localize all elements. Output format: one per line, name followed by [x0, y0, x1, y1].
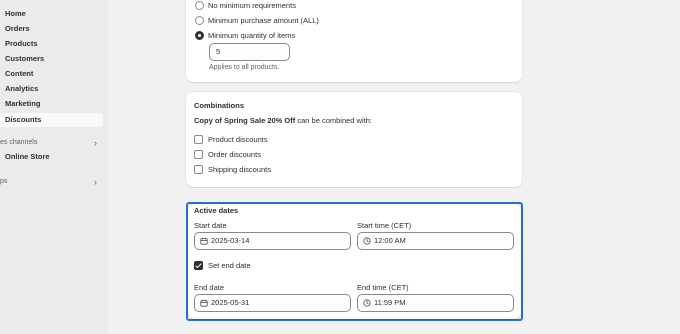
radio-no-minimum-label: No minimum requirements: [208, 1, 296, 10]
apps-label: ps: [0, 178, 8, 185]
calendar-icon: [200, 299, 208, 307]
start-time-label: Start time (CET): [357, 221, 412, 230]
calendar-icon: [200, 237, 208, 245]
end-time-input[interactable]: 11:59 PM: [357, 294, 514, 312]
checkbox-shipping-discounts-label: Shipping discounts: [208, 165, 271, 174]
checkbox-product-discounts-label: Product discounts: [208, 135, 268, 144]
combinations-description: Copy of Spring Sale 20% Off can be combi…: [194, 116, 372, 125]
radio-minimum-quantity-label: Minimum quantity of items: [208, 31, 296, 40]
start-time-input[interactable]: 12:00 AM: [357, 232, 514, 250]
checkbox-shipping-discounts[interactable]: [194, 165, 203, 174]
sidebar-item-home[interactable]: Home: [0, 7, 103, 21]
clock-icon: [363, 299, 371, 307]
set-end-date-checkbox[interactable]: [194, 261, 203, 270]
start-date-value: 2025-03-14: [211, 236, 250, 245]
end-date-value: 2025-05-31: [211, 298, 250, 307]
quantity-help-text: Applies to all products.: [209, 64, 280, 71]
combinations-suffix: can be combined with:: [295, 116, 372, 125]
combinations-title: Combinations: [194, 101, 244, 110]
sidebar-item-orders[interactable]: Orders: [0, 22, 103, 36]
sales-channels-label: es channels: [0, 139, 38, 146]
active-dates-title: Active dates: [194, 206, 239, 215]
chevron-right-icon: ›: [94, 138, 97, 148]
start-date-input[interactable]: 2025-03-14: [194, 232, 351, 250]
clock-icon: [363, 237, 371, 245]
checkbox-order-discounts-label: Order discounts: [208, 150, 261, 159]
sidebar-item-analytics[interactable]: Analytics: [0, 82, 103, 96]
sidebar-item-content[interactable]: Content: [0, 67, 103, 81]
start-date-label: Start date: [194, 221, 227, 230]
start-time-value: 12:00 AM: [374, 236, 406, 245]
sidebar-item-products[interactable]: Products: [0, 37, 103, 51]
radio-minimum-quantity[interactable]: [195, 31, 204, 40]
minimum-requirements-card: No minimum requirements Minimum purchase…: [186, 0, 522, 82]
radio-minimum-amount-label: Minimum purchase amount (ALL): [208, 16, 319, 25]
end-date-label: End date: [194, 283, 225, 292]
radio-minimum-amount[interactable]: [195, 16, 204, 25]
main-content: No minimum requirements Minimum purchase…: [108, 0, 680, 334]
checkbox-product-discounts[interactable]: [194, 135, 203, 144]
set-end-date-label: Set end date: [208, 261, 251, 270]
end-time-value: 11:59 PM: [374, 298, 406, 307]
active-dates-card: Active dates Start date 2025-03-14 Start…: [188, 204, 521, 319]
sidebar-item-marketing[interactable]: Marketing: [0, 97, 103, 111]
sidebar-item-online-store[interactable]: Online Store: [0, 150, 103, 164]
sidebar-section-sales-channels[interactable]: es channels ›: [0, 137, 103, 149]
sidebar-section-apps[interactable]: ps ›: [0, 176, 103, 188]
quantity-input[interactable]: 5: [209, 43, 290, 61]
end-time-label: End time (CET): [357, 283, 409, 292]
sidebar-item-discounts[interactable]: Discounts: [0, 113, 103, 127]
end-date-input[interactable]: 2025-05-31: [194, 294, 351, 312]
combinations-card: Combinations Copy of Spring Sale 20% Off…: [186, 92, 522, 187]
radio-no-minimum[interactable]: [195, 1, 204, 10]
discount-name: Copy of Spring Sale 20% Off: [194, 116, 296, 125]
sidebar: Home Orders Products Customers Content A…: [0, 0, 108, 334]
chevron-right-icon: ›: [94, 177, 97, 187]
sidebar-item-customers[interactable]: Customers: [0, 52, 103, 66]
checkbox-order-discounts[interactable]: [194, 150, 203, 159]
